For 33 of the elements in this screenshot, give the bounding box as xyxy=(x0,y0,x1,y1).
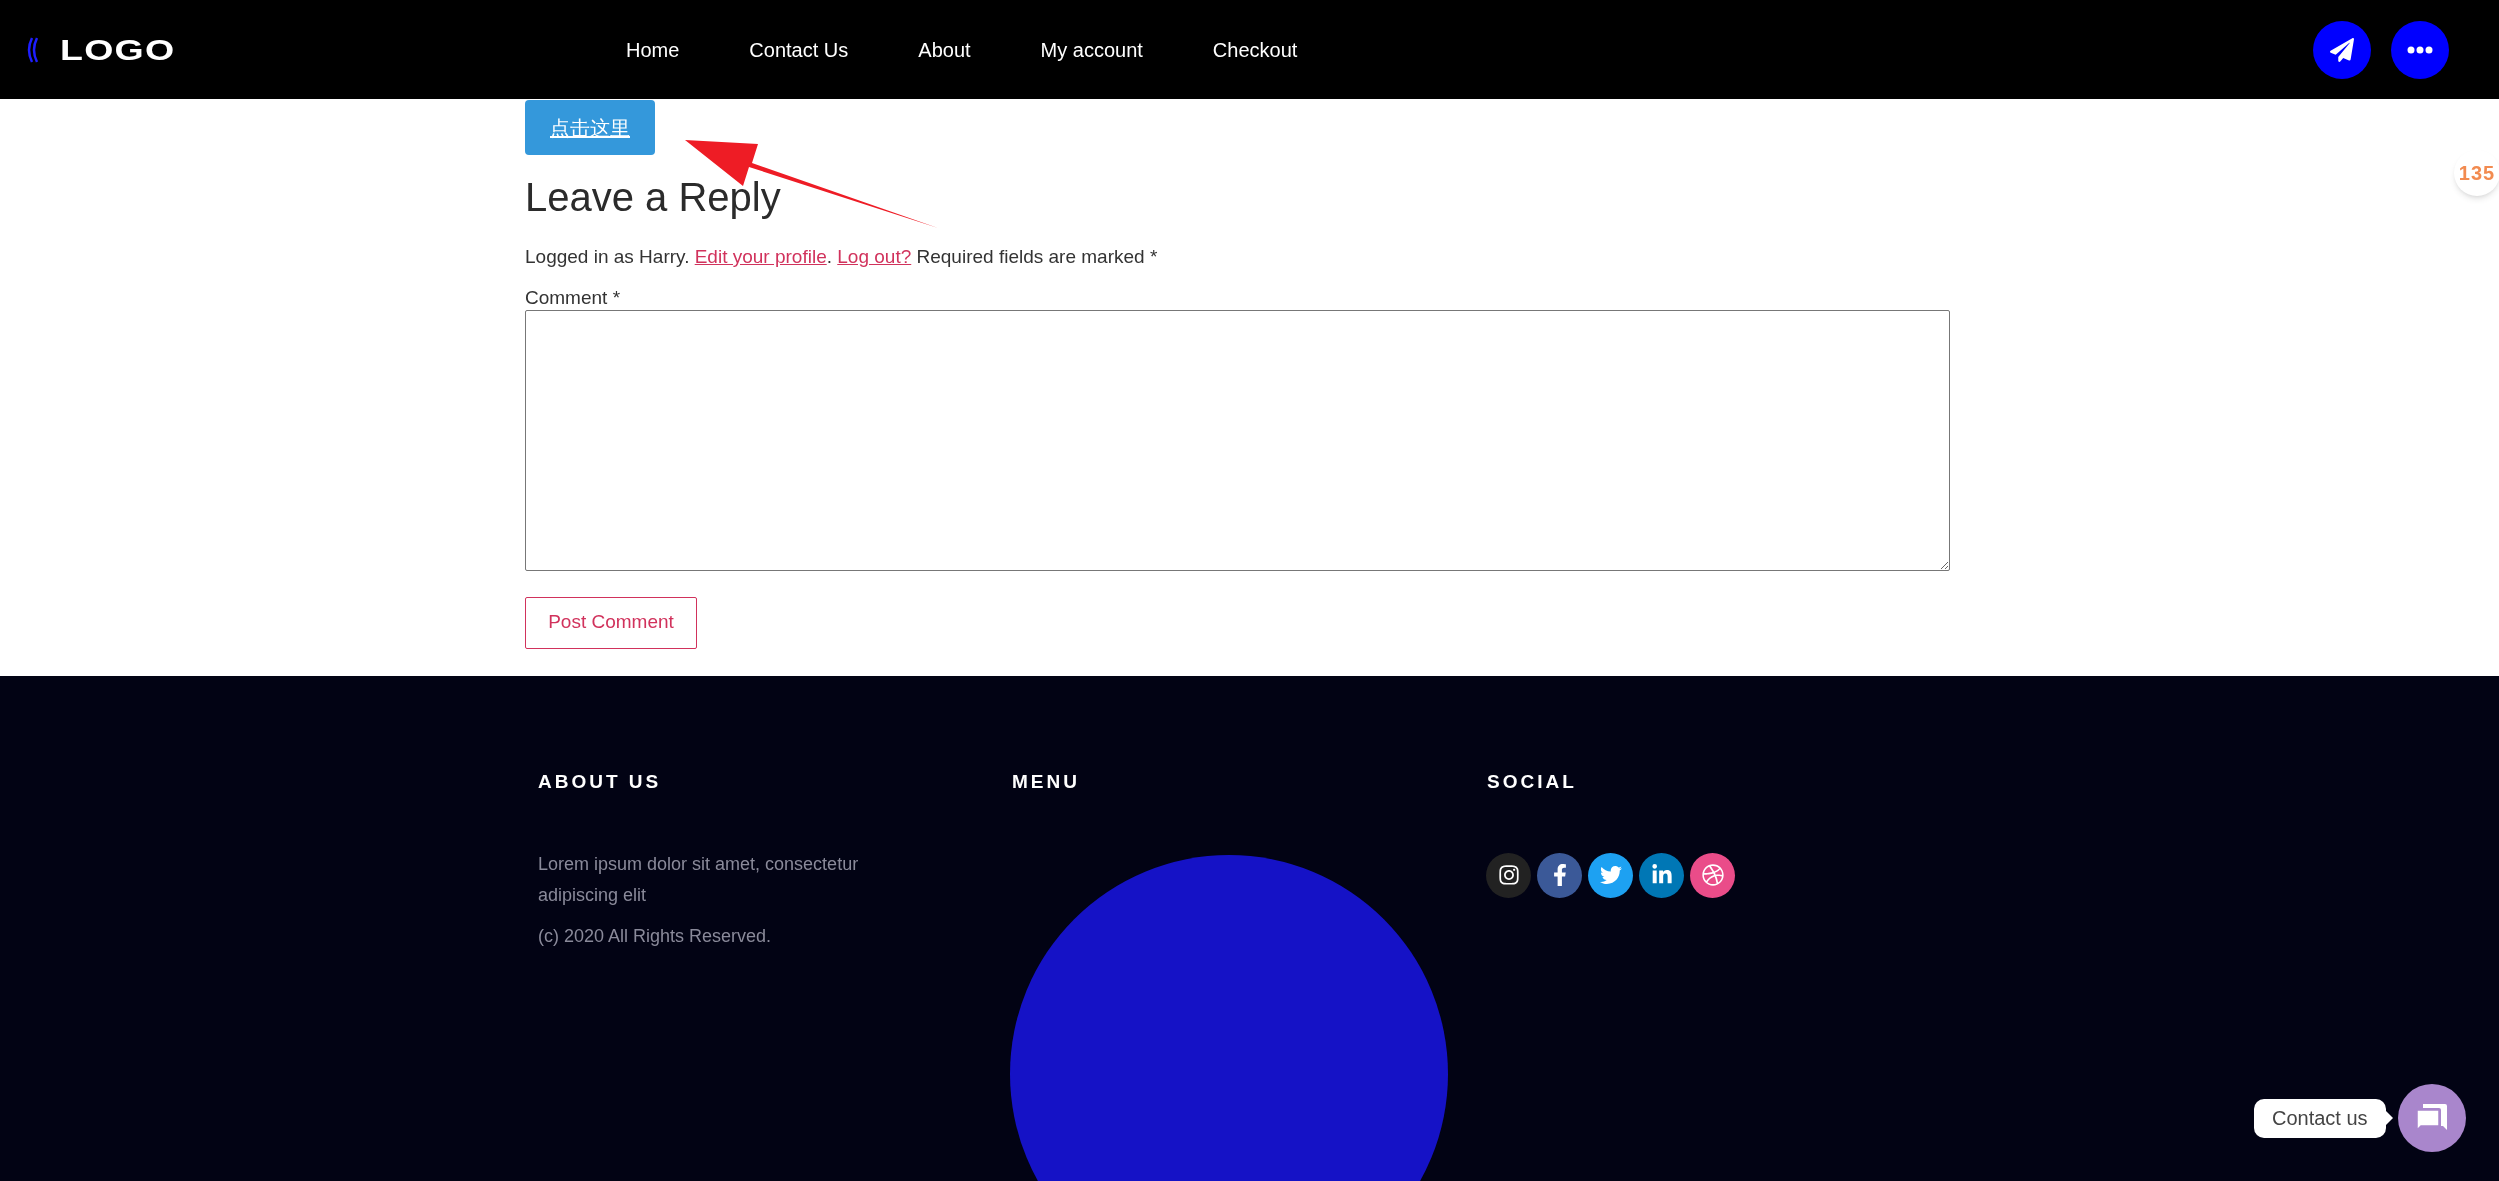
about-text: Lorem ipsum dolor sit amet, consectetur adipiscing elit xyxy=(538,852,860,907)
more-icon xyxy=(2407,45,2433,54)
bubble-pointer-icon xyxy=(2385,1111,2393,1125)
instagram-icon xyxy=(1497,864,1520,886)
social-link[interactable] xyxy=(1537,852,1582,898)
edit-profile-link[interactable]: Edit your profile xyxy=(694,246,827,267)
contact-us-bubble[interactable]: Contact us xyxy=(2254,1098,2386,1138)
paper-plane-icon xyxy=(2330,37,2354,62)
login-notice: Logged in as Harry. Edit your profile. Log out? Required fields are marked * xyxy=(525,245,1159,269)
more-button[interactable] xyxy=(2391,20,2449,79)
nav-link[interactable]: My account xyxy=(1040,34,1143,65)
linkedin-icon xyxy=(1650,864,1673,886)
nav-link[interactable]: Checkout xyxy=(1212,34,1298,65)
social-link[interactable] xyxy=(1588,852,1633,898)
nav-link[interactable]: Contact Us xyxy=(749,34,849,65)
comment-label: Comment * xyxy=(525,287,622,308)
dribbble-icon xyxy=(1701,864,1724,886)
footer-heading: SOCIAL xyxy=(1487,770,1578,794)
social-link[interactable] xyxy=(1690,852,1735,898)
nav-link[interactable]: Home xyxy=(626,34,680,65)
nav-link[interactable]: About xyxy=(918,34,971,65)
twitter-icon xyxy=(1599,864,1622,886)
post-comment-button[interactable]: Post Comment xyxy=(525,596,697,649)
logo-text[interactable]: LOGO xyxy=(60,27,176,72)
social-link[interactable] xyxy=(1486,852,1531,898)
copyright-text: (c) 2020 All Rights Reserved. xyxy=(538,924,773,948)
social-link[interactable] xyxy=(1639,852,1684,898)
footer-heading: ABOUT US xyxy=(538,770,663,794)
footer-heading: MENU xyxy=(1012,770,1081,794)
bracket-icon xyxy=(26,36,38,63)
comment-field[interactable] xyxy=(525,309,1950,571)
logout-link[interactable]: Log out? xyxy=(837,246,912,267)
send-button[interactable] xyxy=(2313,20,2371,79)
